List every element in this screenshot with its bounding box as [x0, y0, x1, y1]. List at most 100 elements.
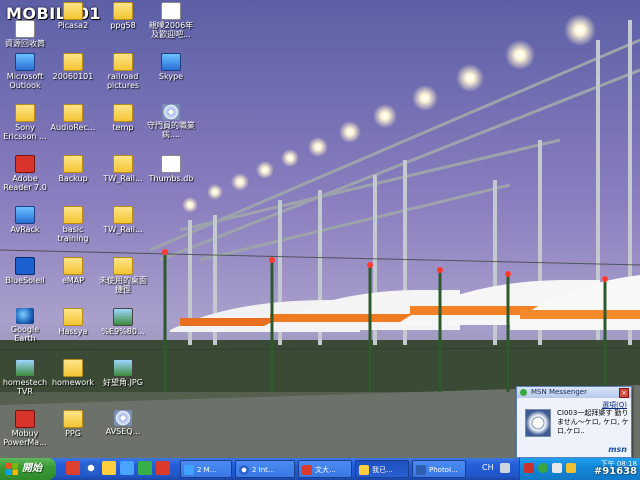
folder-icon: [113, 206, 133, 224]
desktop-icon[interactable]: TW_Rail...: [98, 206, 148, 234]
desktop-icon-label: Microsoft Outlook: [6, 72, 44, 90]
msn-notification-popup[interactable]: MSN Messenger × 選項(Q) CI003一起拜樂す 勤りません～ケ…: [516, 386, 632, 458]
cd-icon: [114, 410, 132, 426]
desktop-icon[interactable]: 好望角.JPG: [98, 359, 148, 387]
desktop-icon-label: Backup: [58, 174, 88, 183]
desktop-icon[interactable]: Mobuy PowerMa...: [0, 410, 50, 447]
photoimpact-icon: [416, 465, 426, 475]
doc-icon: [161, 155, 181, 173]
desktop-icon-label: %E9%80...: [101, 327, 145, 336]
ie-icon: [239, 465, 249, 475]
taskbar-button-2[interactable]: 2 Int...: [235, 460, 295, 478]
desktop-icon-label: ppg58: [110, 21, 136, 30]
desktop-icon-label: basic training: [57, 225, 89, 243]
msn-message-text[interactable]: CI003一起拜樂す 勤りません～ケロ, ケロ, ケロ,ケロ..: [557, 409, 629, 436]
desktop-icon[interactable]: AVSEQ...: [98, 410, 148, 436]
desktop-icon-label: Picasa2: [57, 21, 89, 30]
desktop-icon[interactable]: Skype: [146, 53, 196, 81]
quicklaunch-app-icon[interactable]: [66, 461, 80, 475]
desktop-icon-label: PPG: [65, 429, 81, 438]
desktop-icon-label: homestech TVR: [2, 378, 48, 396]
desktop-icon[interactable]: 20060101: [48, 53, 98, 81]
desktop-icon[interactable]: railroad pictures: [98, 53, 148, 90]
taskbar-button-label: 2 M...: [197, 466, 217, 474]
desktop-icon[interactable]: PPG: [48, 410, 98, 438]
desktop-icon[interactable]: Backup: [48, 155, 98, 183]
desktop-icon[interactable]: Thumbs.db: [146, 155, 196, 183]
doc-icon: [161, 2, 181, 20]
desktop-icon[interactable]: eMAP: [48, 257, 98, 285]
desktop-icon-label: TW_Rail...: [103, 174, 143, 183]
desktop-icon-label: 親噗2006年及歡迎吧...: [148, 21, 194, 39]
msn-avatar: [525, 409, 551, 437]
desktop-icon[interactable]: 守門員的職業病....: [146, 104, 196, 139]
desktop-icon[interactable]: 親噗2006年及歡迎吧...: [146, 2, 196, 39]
desktop-icon[interactable]: BlueSoleil: [0, 257, 50, 285]
desktop-icon[interactable]: 資源回收筒: [0, 20, 50, 48]
bt-icon: [15, 257, 35, 275]
windows-flag-icon: [6, 463, 18, 475]
desktop-icon-label: Mobuy PowerMa...: [3, 429, 47, 447]
quicklaunch-desktop-icon[interactable]: [120, 461, 134, 475]
folder-icon: [113, 155, 133, 173]
quicklaunch-ie-icon[interactable]: [84, 461, 98, 475]
desktop-icon[interactable]: TW_Rail...: [98, 155, 148, 183]
desktop-icon[interactable]: ppg58: [98, 2, 148, 30]
desktop-icon-label: homework: [51, 378, 95, 387]
tray-msn-icon[interactable]: [538, 463, 548, 473]
language-indicator[interactable]: CH: [482, 463, 494, 472]
desktop-icon-label: AVSEQ...: [105, 427, 141, 436]
taskbar-button-3[interactable]: 文大...: [298, 460, 352, 478]
desktop-icon-label: temp: [112, 123, 134, 132]
desktop-icon[interactable]: Adobe Reader 7.0: [0, 155, 50, 192]
tray-volume-icon[interactable]: [566, 463, 576, 473]
taskbar-button-1[interactable]: 2 M...: [180, 460, 232, 478]
desktop-icon[interactable]: Google Earth: [0, 308, 50, 343]
desktop-icon[interactable]: homestech TVR: [0, 359, 50, 396]
desktop-icon[interactable]: Hassya: [48, 308, 98, 336]
window-icon: [184, 465, 194, 475]
keyboard-icon[interactable]: [500, 463, 510, 473]
start-button[interactable]: 開始: [0, 458, 56, 480]
taskbar-button-label: 文大...: [315, 466, 336, 474]
desktop-icon[interactable]: Sony Ericsson ...: [0, 104, 50, 141]
desktop-icon[interactable]: homework: [48, 359, 98, 387]
folder-icon: [63, 359, 83, 377]
desktop-icon-label: Sony Ericsson ...: [3, 123, 47, 141]
taskbar-button-label: 我已...: [372, 466, 393, 474]
msn-popup-titlebar: MSN Messenger ×: [517, 387, 631, 398]
watermark: #91638: [593, 466, 637, 477]
taskbar-button-label: PhotoI...: [429, 466, 458, 474]
folder-icon: [63, 2, 83, 20]
desktop-icon[interactable]: Microsoft Outlook: [0, 53, 50, 90]
desktop-icon[interactable]: 未使用的桌面捷徑: [98, 257, 148, 294]
quicklaunch-app2-icon[interactable]: [156, 461, 170, 475]
desktop-icon[interactable]: %E9%80...: [98, 308, 148, 336]
desktop-icon-label: eMAP: [61, 276, 85, 285]
desktop-icon-label: 未使用的桌面捷徑: [99, 276, 147, 294]
cd-icon: [162, 104, 180, 120]
desktop-icon[interactable]: temp: [98, 104, 148, 132]
folder-icon: [63, 257, 83, 275]
quicklaunch-media-icon[interactable]: [138, 461, 152, 475]
desktop-icon-label: Adobe Reader 7.0: [3, 174, 47, 192]
desktop-icon[interactable]: Picasa2: [48, 2, 98, 30]
red-icon: [15, 155, 35, 173]
img-icon: [113, 308, 133, 326]
tray-antivirus-icon[interactable]: [524, 463, 534, 473]
desktop-icon-label: railroad pictures: [106, 72, 140, 90]
desktop-icon[interactable]: AvRack: [0, 206, 50, 234]
tray-network-icon[interactable]: [552, 463, 562, 473]
desktop-icon[interactable]: AudioRec...: [48, 104, 98, 132]
quicklaunch-folder-icon[interactable]: [102, 461, 116, 475]
folder-icon: [63, 104, 83, 122]
desktop-icon-label: Hassya: [58, 327, 88, 336]
taskbar-button-5[interactable]: PhotoI...: [412, 460, 466, 478]
msn-popup-title: MSN Messenger: [531, 388, 587, 396]
close-icon[interactable]: ×: [619, 388, 629, 398]
doc-icon: [15, 20, 35, 38]
taskbar-button-4[interactable]: 我已...: [355, 460, 409, 478]
desktop-icon[interactable]: basic training: [48, 206, 98, 243]
app-icon: [161, 53, 181, 71]
img-icon: [15, 359, 35, 377]
